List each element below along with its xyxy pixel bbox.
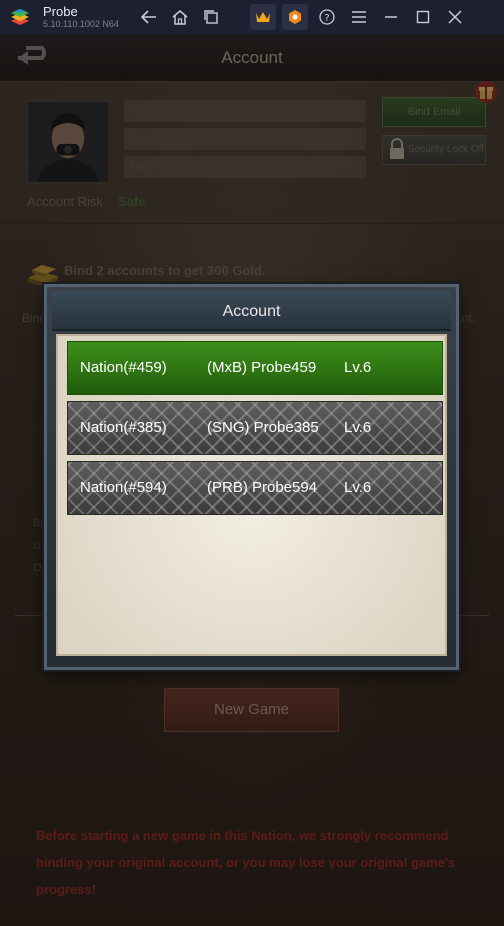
account-row-459[interactable]: Nation(#459) (MxB) Probe459 Lv.6 — [67, 341, 443, 395]
maximize-icon[interactable] — [410, 4, 436, 30]
crown-icon[interactable] — [250, 4, 276, 30]
account-level: Lv.6 — [344, 359, 372, 376]
help-icon[interactable]: ? — [314, 4, 340, 30]
account-modal: Account Nation(#459) (MxB) Probe459 Lv.6… — [44, 284, 459, 670]
account-list: Nation(#459) (MxB) Probe459 Lv.6 Nation(… — [56, 334, 447, 656]
account-level: Lv.6 — [344, 419, 372, 436]
account-name: (SNG) Probe385 — [207, 419, 319, 436]
app-version: 5.10.110.1002 N64 — [43, 19, 119, 29]
account-row-594[interactable]: Nation(#594) (PRB) Probe594 Lv.6 — [67, 461, 443, 515]
account-nation: Nation(#594) — [80, 479, 167, 496]
account-nation: Nation(#459) — [80, 359, 167, 376]
account-name: (MxB) Probe459 — [207, 359, 317, 376]
back-icon[interactable] — [136, 4, 162, 30]
modal-title: Account — [222, 303, 281, 320]
account-row-385[interactable]: Nation(#385) (SNG) Probe385 Lv.6 — [67, 401, 443, 455]
badge-icon[interactable] — [282, 4, 308, 30]
account-name: (PRB) Probe594 — [207, 479, 318, 496]
bluestacks-logo-icon — [11, 9, 29, 25]
app-title: Probe — [43, 4, 78, 19]
home-icon[interactable] — [167, 4, 193, 30]
account-nation: Nation(#385) — [80, 419, 167, 436]
minimize-icon[interactable] — [378, 4, 404, 30]
game-viewport: Account (MxB) Probe459 Level Lv.6 Nation… — [0, 34, 504, 926]
close-icon[interactable] — [442, 4, 468, 30]
account-level: Lv.6 — [344, 479, 372, 496]
recent-apps-icon[interactable] — [198, 4, 224, 30]
emulator-titlebar: Probe 5.10.110.1002 N64 ? — [0, 0, 504, 34]
svg-text:?: ? — [324, 13, 329, 24]
menu-icon[interactable] — [346, 4, 372, 30]
modal-header: Account — [52, 291, 451, 331]
